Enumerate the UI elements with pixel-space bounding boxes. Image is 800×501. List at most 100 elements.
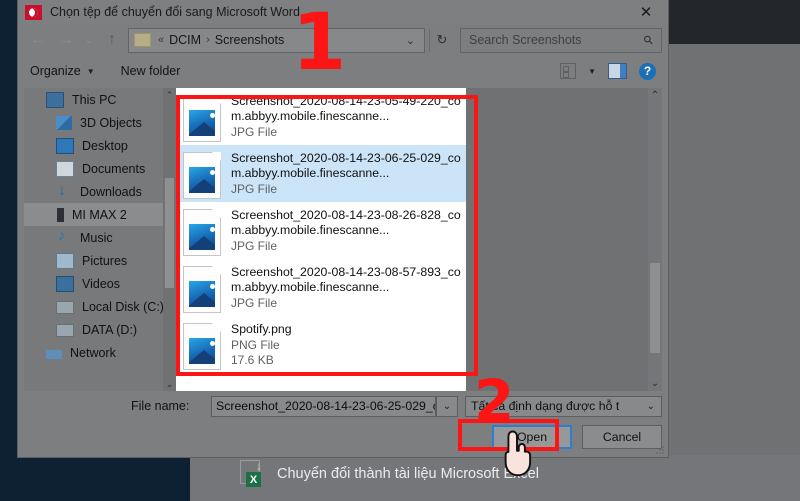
excel-conversion-row[interactable]: ↓ X Chuyển đổi thành tài liệu Microsoft … [240,460,539,487]
chevron-down-icon[interactable]: ⌄ [406,34,415,47]
organize-button[interactable]: Organize ▼ [30,64,95,78]
sidebar-scroll-up[interactable]: ⌃ [163,88,176,102]
refresh-icon[interactable]: ↻ [429,28,454,52]
excel-conversion-label: Chuyển đổi thành tài liệu Microsoft Exce… [277,465,539,482]
sidebar-item-videos[interactable]: Videos [24,272,176,295]
close-icon[interactable]: ✕ [624,0,668,24]
file-name-dropdown-button[interactable]: ⌄ [436,395,458,417]
navigation-bar: ← → ⌄ ↑ « DCIM › Screenshots ⌄ ↻ Search … [18,24,668,56]
file-name-label: File name: [131,399,190,413]
sidebar-item-label: DATA (D:) [82,322,138,337]
sidebar-item-list: This PC 3D Objects Desktop Documents Downloa… [24,88,176,364]
chevron-down-icon: ▼ [86,66,95,76]
recent-locations-button[interactable]: ⌄ [80,27,98,53]
breadcrumb-prefix: « [158,34,165,46]
sidebar-scroll-thumb[interactable] [165,178,174,288]
up-button[interactable]: ↑ [98,27,126,53]
background-bottom-strip [0,455,190,501]
view-layout-icon[interactable] [560,63,577,79]
file-name: Spotify.png [231,322,292,336]
sidebar-item-this-pc[interactable]: This PC [24,88,176,111]
sidebar-item-label: MI MAX 2 [72,207,127,222]
file-list-item[interactable]: Screenshot_2020-08-14-23-06-25-029_com.a… [176,145,466,202]
file-type: JPG File [231,125,278,139]
phone-icon [57,207,64,222]
breadcrumb-item-screenshots[interactable]: Screenshots [215,33,284,47]
image-file-icon [183,209,221,256]
folder-icon [134,33,151,47]
image-file-icon [183,95,221,142]
file-metadata: Screenshot_2020-08-14-23-06-25-029_com.a… [231,150,462,197]
breadcrumb-item-dcim[interactable]: DCIM [169,33,201,47]
back-button[interactable]: ← [24,27,52,53]
file-list-item[interactable]: Screenshot_2020-08-14-23-05-49-220_com.a… [176,88,466,145]
new-folder-label: New folder [120,64,181,78]
sidebar-item-pictures[interactable]: Pictures [24,249,176,272]
open-button[interactable]: Open [492,425,572,449]
file-list[interactable]: JPG File Screenshot_2020-08-14-23-05-49-… [176,88,466,391]
file-name-row: File name: Screenshot_2020-08-14-23-06-2… [18,391,668,421]
sidebar-item-label: This PC [72,92,117,107]
search-input[interactable]: Search Screenshots ⚲ [460,27,662,53]
excel-export-icon: ↓ X [240,460,263,487]
dialog-title: Chọn tệp để chuyển đổi sang Microsoft Wo… [50,5,300,19]
computer-icon [46,91,64,108]
file-pane: JPG File Screenshot_2020-08-14-23-05-49-… [176,88,662,391]
file-scroll-up[interactable]: ⌃ [648,88,662,103]
network-icon [46,350,62,359]
sidebar-item-label: Network [70,345,116,360]
file-pane-scrollbar[interactable]: ⌃ ⌄ [648,88,662,391]
file-type: JPG File [231,296,278,310]
screenshot-root: ↓ X Chuyển đổi thành tài liệu Microsoft … [0,0,800,501]
preview-pane-icon[interactable] [608,63,627,79]
sidebar-item-desktop[interactable]: Desktop [24,134,176,157]
sidebar-item-label: Pictures [82,253,128,268]
3d-objects-icon [56,115,72,130]
file-list-item[interactable]: Screenshot_2020-08-14-23-08-26-828_com.a… [176,202,466,259]
sidebar-item-3d-objects[interactable]: 3D Objects [24,111,176,134]
help-icon[interactable]: ? [639,62,656,80]
sidebar-item-label: Desktop [82,138,128,153]
file-metadata: Screenshot_2020-08-14-23-08-26-828_com.a… [231,207,462,254]
file-name: Screenshot_2020-08-14-23-08-57-893_com.a… [231,265,461,294]
resize-grip-icon[interactable] [655,445,665,455]
abbyy-finereader-icon [25,4,42,20]
forward-button[interactable]: → [52,27,80,53]
file-type-select[interactable]: Tất cả định dạng được hỗ t ⌄ [465,395,662,417]
sidebar-item-label: Documents [82,161,146,176]
navigation-sidebar: This PC 3D Objects Desktop Documents Downloa… [24,88,176,391]
file-list-item[interactable]: Spotify.png PNG File 17.6 KB [176,316,466,373]
address-bar[interactable]: « DCIM › Screenshots ⌄ [128,27,425,53]
file-list-item[interactable]: Screenshot_2020-08-14-23-08-57-893_com.a… [176,259,466,316]
file-type-value: Tất cả định dạng được hỗ t [471,399,620,413]
file-type: JPG File [231,239,278,253]
sidebar-item-data-d[interactable]: DATA (D:) [24,318,176,341]
file-name-input[interactable]: Screenshot_2020-08-14-23-06-25-029_com.a… [211,395,436,417]
sidebar-item-local-disk-c[interactable]: Local Disk (C:) [24,295,176,318]
sidebar-item-downloads[interactable]: Downloads [24,180,176,203]
sidebar-item-network[interactable]: Network [24,341,176,364]
file-scroll-thumb[interactable] [650,263,660,353]
toolbar: Organize ▼ New folder ▼ ? [18,56,668,86]
sidebar-scrollbar[interactable]: ⌃ ⌄ [163,88,176,391]
sidebar-item-music[interactable]: Music [24,226,176,249]
file-open-dialog: Chọn tệp để chuyển đổi sang Microsoft Wo… [18,0,668,457]
documents-icon [56,160,74,177]
chevron-down-icon[interactable]: ▼ [588,67,596,76]
sidebar-item-label: Local Disk (C:) [82,299,164,314]
search-icon: ⚲ [640,31,657,49]
file-scroll-down[interactable]: ⌄ [648,376,662,391]
sidebar-item-label: Music [80,230,113,245]
sidebar-item-documents[interactable]: Documents [24,157,176,180]
sidebar-scroll-down[interactable]: ⌄ [163,377,176,391]
new-folder-button[interactable]: New folder [121,64,181,78]
image-file-icon [183,266,221,313]
cancel-button[interactable]: Cancel [582,425,662,449]
organize-label: Organize [30,64,81,78]
image-file-icon [183,323,221,370]
sidebar-item-mi-max-2[interactable]: MI MAX 2 [24,203,176,226]
search-placeholder: Search Screenshots [469,33,582,47]
pictures-icon [56,252,74,269]
file-name: Screenshot_2020-08-14-23-08-26-828_com.a… [231,208,461,237]
breadcrumb: « DCIM › Screenshots [158,33,284,47]
